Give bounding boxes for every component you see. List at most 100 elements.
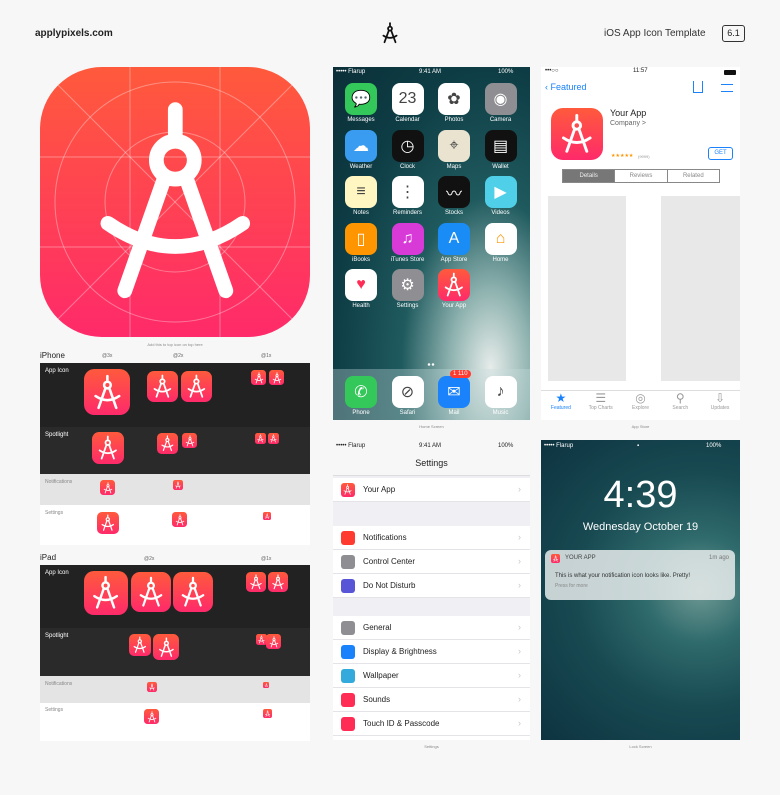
site-link[interactable]: applypixels.com — [35, 28, 113, 39]
segment-related[interactable]: Related — [666, 170, 719, 182]
compass-icon: ◎ — [635, 391, 646, 405]
app-icon-variant — [147, 682, 157, 692]
tab-label: Search — [672, 405, 689, 411]
app-icon-variant — [173, 572, 213, 612]
app-icon-variant — [153, 634, 179, 660]
music-icon[interactable]: ♪ — [484, 376, 517, 408]
store-company[interactable]: Company > — [610, 120, 646, 127]
row-label: General — [363, 623, 392, 632]
settings-row-touch-id-passcode[interactable]: Touch ID & Passcode › — [333, 712, 530, 736]
page-dots — [427, 363, 435, 366]
search-icon: ⚲ — [675, 391, 685, 405]
app-label: Weather — [349, 163, 373, 170]
app-label: Calendar — [395, 117, 420, 123]
tab-explore[interactable]: ◎ Explore — [621, 391, 661, 420]
clock-icon[interactable]: ◷ — [391, 129, 424, 162]
app-icon-variant — [97, 512, 119, 534]
app-icon-variant — [144, 709, 159, 724]
notif-app-icon — [551, 554, 560, 563]
row-label-app-icon: App Icon — [45, 368, 69, 374]
app-label: Maps — [446, 163, 462, 170]
status-time: 11:57 — [633, 68, 648, 74]
row-label: Sounds — [363, 695, 391, 704]
status-time: 9:41 AM — [419, 69, 442, 75]
tab-top-charts[interactable]: ☰ Top Charts — [581, 391, 621, 420]
review-count: (9999) — [638, 154, 650, 159]
reminders-icon[interactable]: ⋮ — [391, 176, 424, 208]
setting-icon — [341, 531, 355, 545]
camera-icon[interactable]: ◉ — [484, 83, 517, 115]
weather-icon[interactable]: ☁ — [345, 129, 377, 162]
tab-updates[interactable]: ⇩ Updates — [700, 391, 740, 420]
main-icon-caption: Add this to top icon on top here — [147, 342, 203, 347]
ipad-notifications-band — [40, 676, 310, 703]
home-icon[interactable]: ⌂ — [484, 222, 517, 255]
segment-reviews[interactable]: Reviews — [614, 170, 666, 182]
stocks-icon[interactable]: 〰 — [438, 176, 470, 208]
messages-icon[interactable]: 💬 — [345, 83, 377, 115]
calendar-icon[interactable]: 23 — [391, 83, 424, 115]
phone-icon[interactable]: ✆ — [345, 376, 377, 408]
notif-time: 1m ago — [708, 555, 729, 561]
app-label: Wallet — [492, 163, 509, 170]
itunes-store-icon[interactable]: ♫ — [391, 222, 424, 255]
row-label: Do Not Disturb — [363, 581, 416, 590]
main-app-icon — [40, 67, 310, 337]
wallet-icon[interactable]: ▤ — [484, 129, 517, 162]
download-icon: ⇩ — [715, 391, 726, 405]
settings-row-sounds[interactable]: Sounds › — [333, 688, 530, 712]
get-button[interactable]: GET — [708, 147, 733, 160]
settings-row-control-center[interactable]: Control Center › — [333, 550, 530, 574]
app-store-icon[interactable]: A — [438, 222, 470, 255]
status-battery: 100% — [498, 443, 514, 449]
app-label: Settings — [396, 303, 419, 309]
app-icon-variant — [246, 572, 266, 592]
list-icon[interactable] — [721, 84, 733, 92]
status-battery: 100% — [498, 69, 514, 75]
chevron-right-icon: › — [518, 580, 521, 590]
settings-row-display-brightness[interactable]: Display & Brightness › — [333, 640, 530, 664]
maps-icon[interactable]: ⌖ — [438, 129, 470, 162]
health-icon[interactable]: ♥ — [345, 269, 377, 301]
chevron-right-icon: › — [518, 694, 521, 704]
app-icon-variant — [269, 370, 284, 385]
settings-row-do-not-disturb[interactable]: Do Not Disturb › — [333, 574, 530, 598]
settings-icon[interactable]: ⚙ — [391, 269, 424, 301]
settings-caption: Settings — [424, 744, 439, 749]
notification-card[interactable]: YOUR APP 1m ago This is what your notifi… — [545, 550, 735, 600]
safari-icon[interactable]: ⊘ — [391, 376, 424, 408]
chevron-right-icon: › — [518, 622, 521, 632]
mail-icon[interactable]: ✉ — [438, 376, 470, 408]
app-icon-variant — [173, 480, 183, 490]
star-icon: ★ — [555, 391, 567, 405]
app-label: Reminders — [392, 210, 422, 216]
settings-row-your-app[interactable]: Your App › — [333, 478, 530, 502]
template-title: iOS App Icon Template — [604, 28, 706, 39]
segment-details[interactable]: Details — [563, 170, 615, 182]
settings-screen: ••••• Flarup 9:41 AM 100% Settings Your … — [333, 440, 530, 740]
settings-row-general[interactable]: General › — [333, 616, 530, 640]
screenshot-placeholder-1 — [548, 196, 626, 381]
status-battery: 100% — [706, 443, 722, 449]
scale-1x: @1x — [261, 353, 272, 359]
notif-hint: Press for more — [555, 583, 588, 589]
photos-icon[interactable]: ✿ — [438, 83, 470, 115]
your-app-icon[interactable] — [438, 269, 470, 301]
back-button[interactable]: ‹ Featured — [545, 82, 587, 92]
videos-icon[interactable]: ▶ — [484, 176, 517, 208]
share-icon[interactable] — [693, 81, 703, 93]
ipad-row-label-notifications: Notifications — [45, 681, 73, 687]
status-carrier: ••••• Flarup — [336, 69, 366, 75]
ibooks-icon[interactable]: ▯ — [345, 222, 377, 255]
chevron-right-icon: › — [518, 646, 521, 656]
settings-row-battery[interactable]: Battery› — [333, 736, 530, 740]
app-label: Videos — [491, 210, 510, 216]
tab-featured[interactable]: ★ Featured — [541, 391, 581, 420]
ipad-row-label-settings: Settings — [45, 707, 64, 713]
chevron-right-icon: › — [518, 532, 521, 542]
notes-icon[interactable]: ≡ — [345, 176, 377, 208]
settings-row-wallpaper[interactable]: Wallpaper › — [333, 664, 530, 688]
settings-row-notifications[interactable]: Notifications › — [333, 526, 530, 550]
tab-search[interactable]: ⚲ Search — [660, 391, 700, 420]
app-icon-variant — [172, 512, 187, 527]
